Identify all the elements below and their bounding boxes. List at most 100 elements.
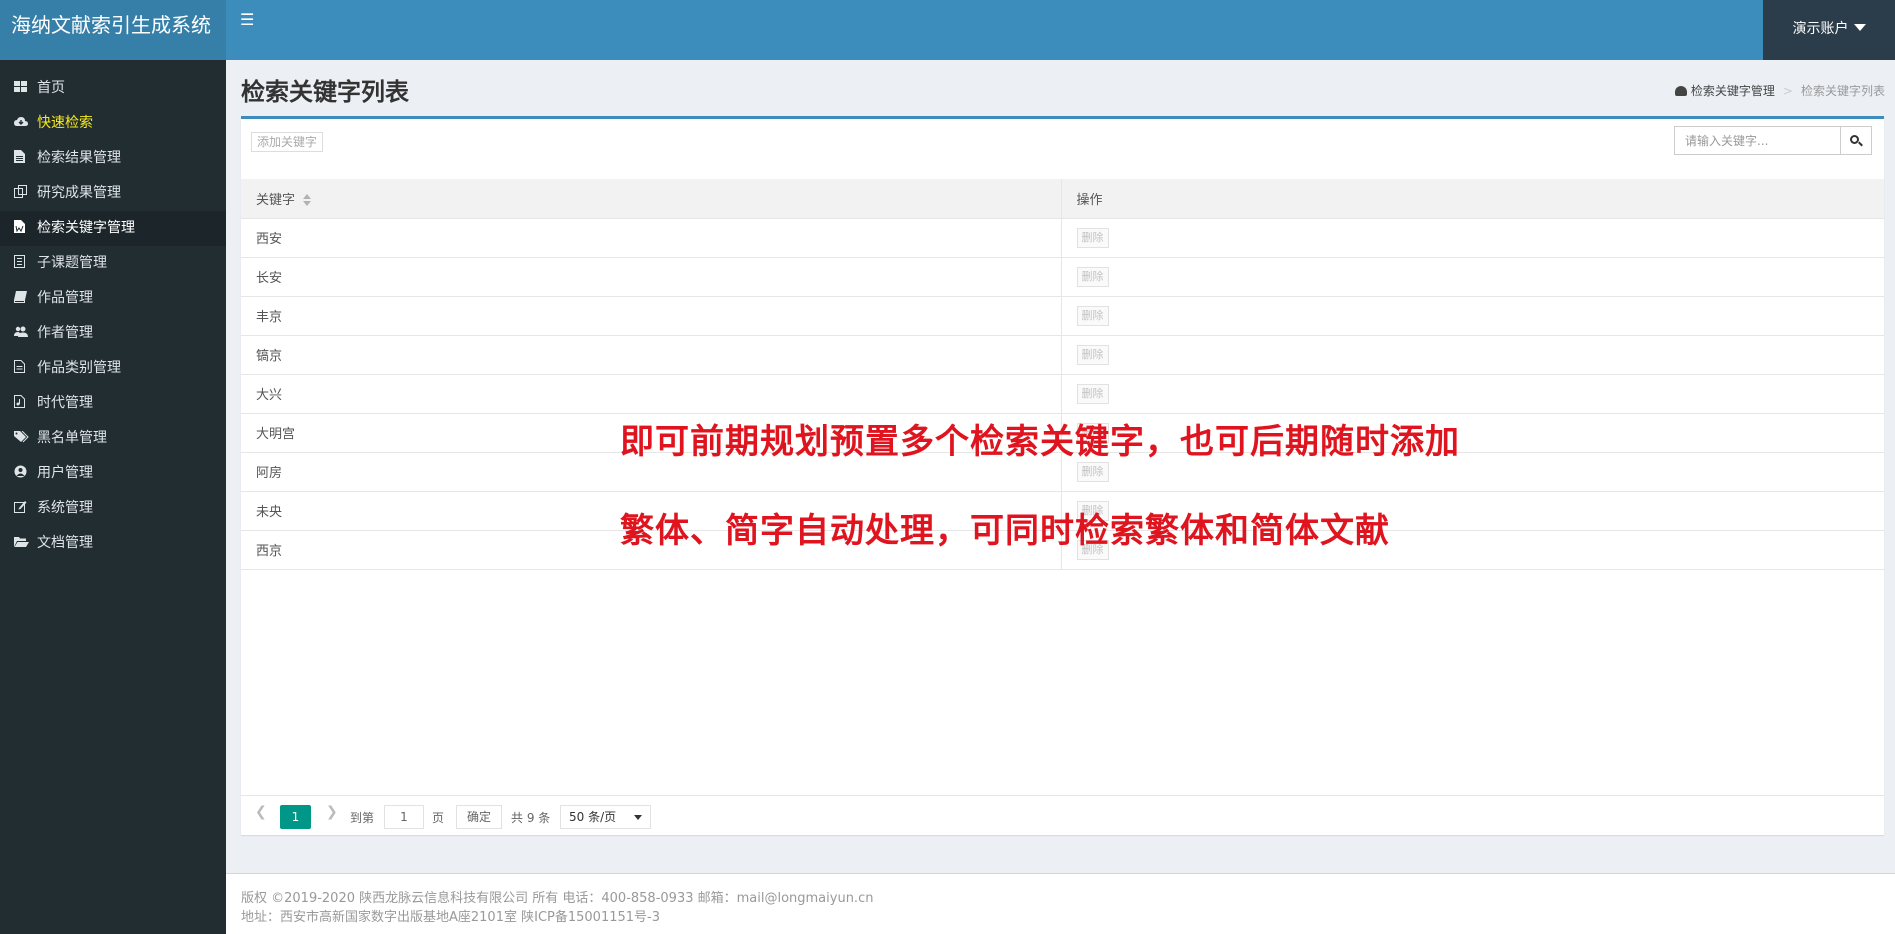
sidebar-item-label: 系统管理	[37, 500, 93, 516]
table-row: 镐京 删除	[241, 335, 1884, 375]
delete-button[interactable]: 删除	[1076, 461, 1109, 482]
sidebar-item-label: 作品类别管理	[37, 360, 121, 376]
sidebar-item-research-results[interactable]: 研究成果管理	[0, 176, 226, 211]
search-button[interactable]	[1840, 126, 1872, 155]
account-label: 演示账户	[1792, 21, 1849, 37]
sidebar-item-search-results[interactable]: 检索结果管理	[0, 141, 226, 176]
caret-down-icon	[1853, 24, 1866, 31]
top-navbar: ☰ 演示账户	[226, 0, 1895, 60]
sort-icon[interactable]	[303, 193, 312, 207]
action-cell: 删除	[1061, 335, 1884, 375]
delete-button[interactable]: 删除	[1076, 227, 1109, 248]
audio-file-icon	[14, 387, 28, 408]
prev-page-icon[interactable]: ❮	[255, 804, 267, 820]
action-cell: 删除	[1061, 218, 1884, 258]
sidebar-item-home[interactable]: 首页	[0, 71, 226, 106]
edit-icon	[14, 492, 28, 513]
total-count: 共 9 条	[511, 811, 551, 825]
book-icon	[14, 282, 28, 303]
keyword-cell: 西安	[241, 218, 1062, 258]
sidebar-item-system[interactable]: 系统管理	[0, 491, 226, 526]
page-size-select[interactable]: 50 条/页	[560, 805, 651, 829]
search-input[interactable]	[1674, 126, 1841, 155]
folder-open-icon	[14, 527, 29, 547]
sidebar-item-eras[interactable]: 时代管理	[0, 386, 226, 421]
page-unit-label: 页	[432, 811, 445, 825]
sidebar-item-label: 快速检索	[37, 115, 93, 131]
action-cell: 删除	[1061, 296, 1884, 336]
app-logo-title[interactable]: 海纳文献索引生成系统	[0, 0, 226, 60]
column-header-keyword[interactable]: 关键字	[241, 179, 1062, 219]
sidebar-item-blacklist[interactable]: 黑名单管理	[0, 421, 226, 456]
goto-label: 到第	[350, 811, 375, 825]
users-icon	[14, 317, 28, 337]
action-cell: 删除	[1061, 257, 1884, 297]
column-header-label: 关键字	[256, 192, 296, 208]
footer-copyright: 版权 ©2019-2020 陕西龙脉云信息科技有限公司 所有 电话：400-85…	[241, 891, 874, 906]
page-number-current[interactable]: 1	[280, 805, 311, 829]
dashboard-icon	[1674, 86, 1687, 96]
notebook-icon	[14, 247, 28, 268]
delete-button[interactable]: 删除	[1076, 266, 1109, 287]
breadcrumb-separator: >	[1782, 84, 1793, 98]
goto-confirm-button[interactable]: 确定	[456, 805, 503, 829]
table-row: 西安 删除	[241, 218, 1884, 258]
sidebar-item-label: 研究成果管理	[37, 185, 121, 201]
delete-button[interactable]: 删除	[1076, 383, 1109, 404]
add-keyword-button[interactable]: 添加关键字	[251, 132, 324, 152]
table-row: 长安 删除	[241, 257, 1884, 297]
sidebar-item-documents[interactable]: 文档管理	[0, 526, 226, 561]
sidebar: 首页 快速检索 检索结果管理 研究成果管理 检索关键字管理 子课题管理 作品管理…	[0, 60, 226, 934]
sidebar-item-quick-search[interactable]: 快速检索	[0, 106, 226, 141]
sidebar-item-work-categories[interactable]: 作品类别管理	[0, 351, 226, 386]
delete-button[interactable]: 删除	[1076, 344, 1109, 365]
sidebar-item-authors[interactable]: 作者管理	[0, 316, 226, 351]
word-file-icon	[14, 212, 28, 233]
menu-toggle-icon[interactable]: ☰	[240, 10, 254, 29]
page-footer: 版权 ©2019-2020 陕西龙脉云信息科技有限公司 所有 电话：400-85…	[226, 873, 1895, 934]
footer-address: 地址：西安市高新国家数字出版基地A座2101室 陕ICP备15001151号-3	[241, 910, 660, 925]
sidebar-item-label: 检索结果管理	[37, 150, 121, 166]
promo-overlay-line-2: 繁体、简字自动处理，可同时检索繁体和简体文献	[620, 511, 1390, 551]
keyword-cell: 镐京	[241, 335, 1062, 375]
cloud-icon	[14, 107, 28, 126]
next-page-icon[interactable]: ❯	[326, 804, 338, 820]
sidebar-item-label: 黑名单管理	[37, 430, 107, 446]
sidebar-item-label: 用户管理	[37, 465, 93, 481]
breadcrumb: 检索关键字管理 > 检索关键字列表	[1674, 82, 1885, 99]
pagination: ❮ 1 ❯ 到第 页 确定 共 9 条 50 条/页	[241, 795, 1884, 838]
table-row: 丰京 删除	[241, 296, 1884, 336]
table-header-row: 关键字 操作	[241, 179, 1884, 219]
account-menu[interactable]: 演示账户	[1763, 0, 1895, 60]
action-cell: 删除	[1061, 374, 1884, 414]
goto-page-input[interactable]	[384, 805, 424, 829]
user-circle-icon	[14, 457, 28, 478]
sidebar-item-users[interactable]: 用户管理	[0, 456, 226, 491]
page-title: 检索关键字列表	[241, 78, 409, 106]
copy-icon	[14, 177, 28, 198]
sidebar-item-label: 作者管理	[37, 325, 93, 341]
promo-overlay-line-1: 即可前期规划预置多个检索关键字，也可后期随时添加	[620, 422, 1460, 462]
sidebar-item-label: 子课题管理	[37, 255, 107, 271]
breadcrumb-home-link[interactable]: 检索关键字管理	[1674, 84, 1775, 98]
sidebar-item-label: 作品管理	[37, 290, 93, 306]
delete-button[interactable]: 删除	[1076, 305, 1109, 326]
tags-icon	[14, 422, 29, 443]
keyword-cell: 长安	[241, 257, 1062, 297]
sidebar-item-subtopics[interactable]: 子课题管理	[0, 246, 226, 281]
dashboard-icon	[14, 72, 28, 92]
sidebar-item-search-keywords[interactable]: 检索关键字管理	[0, 211, 226, 246]
chevron-down-icon	[634, 815, 642, 820]
sidebar-item-label: 时代管理	[37, 395, 93, 411]
file-icon	[14, 142, 28, 163]
keyword-cell: 丰京	[241, 296, 1062, 336]
sidebar-item-label: 首页	[37, 80, 65, 96]
sidebar-item-works[interactable]: 作品管理	[0, 281, 226, 316]
breadcrumb-home-label: 检索关键字管理	[1690, 84, 1775, 98]
document-icon	[14, 352, 28, 373]
column-header-action: 操作	[1061, 179, 1884, 219]
sidebar-item-label: 检索关键字管理	[37, 220, 135, 236]
breadcrumb-current: 检索关键字列表	[1800, 84, 1885, 98]
sidebar-item-label: 文档管理	[37, 535, 93, 551]
page-size-value: 50 条/页	[569, 810, 617, 824]
